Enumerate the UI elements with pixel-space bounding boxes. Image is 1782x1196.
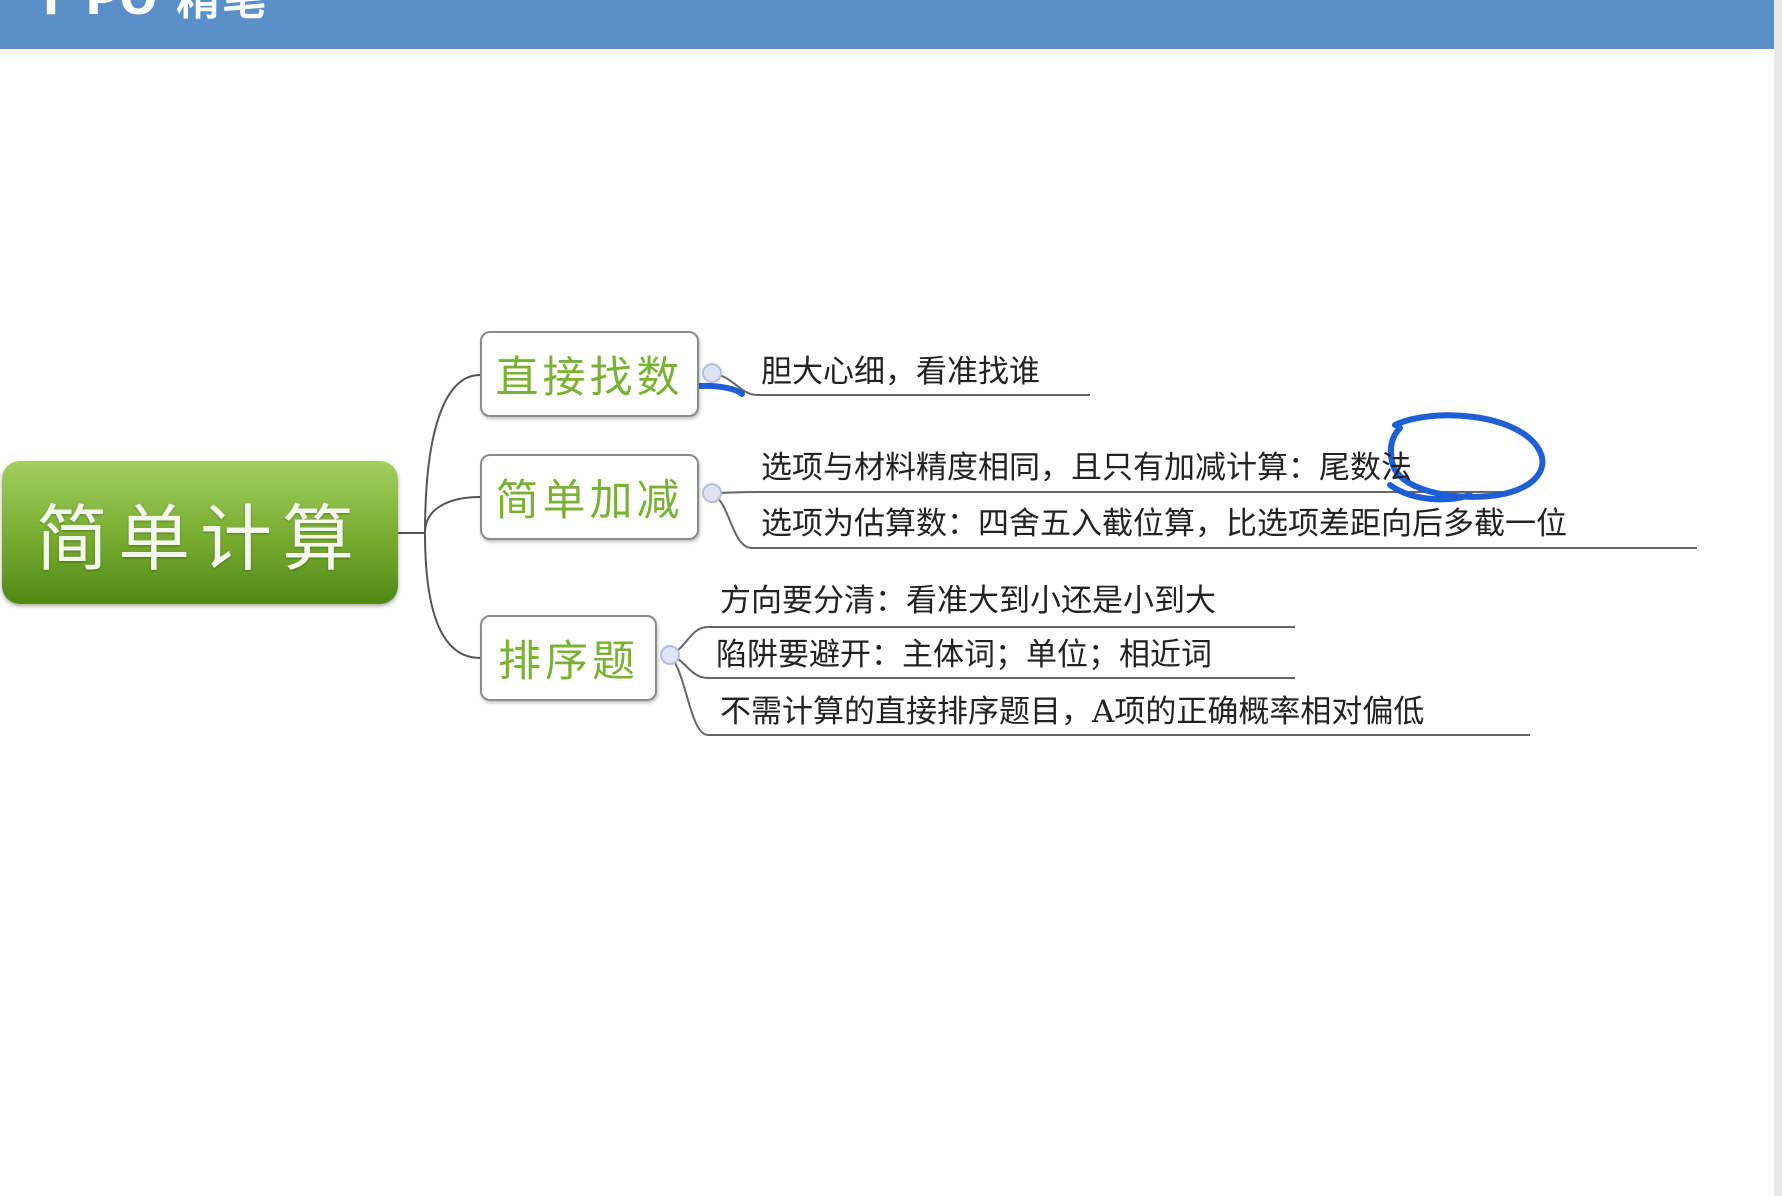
leaf-item[interactable]: 不需计算的直接排序题目，A项的正确概率相对偏低 — [720, 697, 1424, 728]
leaf-item[interactable]: 选项为估算数：四舍五入截位算，比选项差距向后多截一位 — [761, 509, 1567, 540]
connector-branch-3 — [424, 532, 481, 659]
connector-branch-2 — [424, 496, 481, 534]
leaf-item[interactable]: 陷阱要避开：主体词；单位；相近词 — [716, 640, 1212, 671]
leaf-item[interactable]: 胆大心细，看准找谁 — [761, 357, 1040, 388]
leaf-item[interactable]: 方向要分清：看准大到小还是小到大 — [720, 586, 1216, 617]
branch-label: 直接找数 — [495, 353, 684, 403]
collapse-dot-icon — [702, 363, 722, 383]
root-topic-label: 简单计算 — [35, 497, 364, 581]
leaf-connector-2-1 — [706, 491, 1505, 494]
leaf-item[interactable]: 选项与材料精度相同，且只有加减计算：尾数法 — [761, 453, 1412, 484]
collapse-dot-icon — [702, 483, 722, 503]
branch-node-simple-addsub[interactable]: 简单加减 — [480, 454, 699, 540]
branch-node-sorting[interactable]: 排序题 — [480, 615, 657, 701]
root-topic-node[interactable]: 简单计算 — [2, 461, 398, 604]
branch-label: 简单加减 — [495, 476, 684, 526]
collapse-dot-icon — [660, 645, 680, 665]
branch-node-direct-lookup[interactable]: 直接找数 — [480, 331, 699, 417]
connector-branch-1 — [424, 374, 481, 534]
ink-circle-annotation — [1387, 412, 1546, 503]
branch-label: 排序题 — [498, 637, 639, 687]
